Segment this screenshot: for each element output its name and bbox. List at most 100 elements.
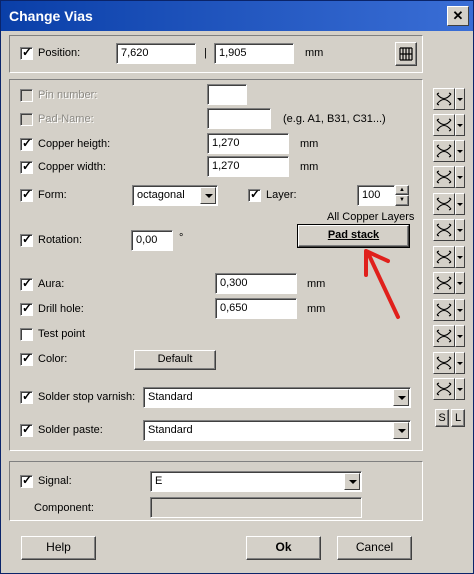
chevron-down-icon[interactable]	[455, 325, 465, 347]
copy-to-button[interactable]	[433, 272, 465, 294]
pin-number-label: Pin number:	[38, 89, 98, 101]
layer-field[interactable]: 100	[357, 185, 395, 206]
copy-to-button[interactable]	[433, 352, 465, 374]
pad-name-field[interactable]	[207, 108, 271, 129]
aura-field[interactable]: 0,300	[215, 273, 297, 294]
crossed-lines-icon[interactable]	[433, 299, 455, 321]
crossed-lines-icon[interactable]	[433, 88, 455, 110]
chevron-down-icon[interactable]	[393, 389, 409, 406]
form-select[interactable]: octagonal	[132, 185, 218, 206]
test-point-label: Test point	[38, 328, 86, 340]
crossed-lines-icon[interactable]	[433, 114, 455, 136]
drill-hole-field[interactable]: 0,650	[215, 298, 297, 319]
layer-checkbox[interactable]: ✓	[248, 187, 261, 202]
chevron-down-icon[interactable]	[455, 140, 465, 162]
ok-label: Ok	[275, 540, 292, 554]
color-checkbox[interactable]: ✓	[20, 351, 33, 366]
chevron-down-icon[interactable]	[455, 88, 465, 110]
copper-width-field[interactable]: 1,270	[207, 156, 289, 177]
l-button[interactable]: L	[451, 409, 465, 427]
copper-width-checkbox[interactable]: ✓	[20, 159, 33, 174]
copy-to-button[interactable]	[433, 114, 465, 136]
chevron-down-icon[interactable]	[393, 422, 409, 439]
pad-stack-button[interactable]: Pad stack	[297, 224, 410, 248]
ok-button[interactable]: Ok	[246, 536, 321, 560]
chevron-down-icon[interactable]	[455, 352, 465, 374]
crossed-lines-icon[interactable]	[433, 352, 455, 374]
pad-name-checkbox[interactable]	[20, 113, 33, 126]
layer-spinner[interactable]: ▲ ▼	[395, 185, 409, 206]
chevron-down-icon[interactable]	[344, 473, 360, 490]
solder-paste-checkbox[interactable]: ✓	[20, 422, 33, 437]
copper-width-unit: mm	[300, 161, 319, 173]
rotation-field[interactable]: 0,00	[131, 230, 173, 251]
copy-to-button[interactable]	[433, 140, 465, 162]
crossed-lines-icon[interactable]	[433, 219, 455, 241]
crossed-lines-icon[interactable]	[433, 166, 455, 188]
chevron-down-icon[interactable]	[455, 219, 465, 241]
position-unit: mm	[305, 47, 324, 59]
cancel-button[interactable]: Cancel	[337, 536, 412, 560]
copper-height-checkbox[interactable]: ✓	[20, 136, 33, 151]
chevron-down-icon[interactable]	[200, 187, 216, 204]
color-default-button[interactable]: Default	[134, 350, 216, 370]
aura-checkbox[interactable]: ✓	[20, 276, 33, 291]
window-title: Change Vias	[9, 8, 93, 24]
pad-name-hint: (e.g. A1, B31, C31...)	[283, 113, 386, 125]
crossed-lines-icon[interactable]	[433, 272, 455, 294]
solder-paste-select[interactable]: Standard	[143, 420, 411, 441]
spin-down-icon[interactable]: ▼	[395, 195, 409, 206]
copy-to-button[interactable]	[433, 299, 465, 321]
chevron-down-icon[interactable]	[455, 299, 465, 321]
position-y-field[interactable]: 1,905	[214, 43, 294, 64]
copy-to-button[interactable]	[433, 246, 465, 268]
form-label: Form:	[38, 189, 67, 201]
crossed-lines-icon[interactable]	[433, 140, 455, 162]
signal-value: E	[155, 475, 163, 487]
spin-up-icon[interactable]: ▲	[395, 185, 409, 195]
layer-caption: All Copper Layers	[327, 211, 415, 223]
chevron-down-icon[interactable]	[455, 114, 465, 136]
chevron-down-icon[interactable]	[455, 246, 465, 268]
red-arrow-annotation	[364, 249, 400, 319]
drill-hole-checkbox[interactable]: ✓	[20, 301, 33, 316]
copy-to-button[interactable]	[433, 166, 465, 188]
crossed-lines-icon[interactable]	[433, 193, 455, 215]
pin-number-checkbox[interactable]	[20, 89, 33, 102]
s-button[interactable]: S	[435, 409, 449, 427]
copy-to-button[interactable]	[433, 219, 465, 241]
solder-paste-label: Solder paste:	[38, 424, 103, 436]
signal-label: Signal:	[38, 475, 72, 487]
copy-to-button[interactable]	[433, 378, 465, 400]
chevron-down-icon[interactable]	[455, 272, 465, 294]
chevron-down-icon[interactable]	[455, 378, 465, 400]
signal-select[interactable]: E	[150, 471, 362, 492]
pin-number-field[interactable]	[207, 84, 247, 105]
copper-width-label: Copper width:	[38, 161, 106, 173]
cancel-label: Cancel	[355, 540, 394, 554]
chevron-down-icon[interactable]	[455, 193, 465, 215]
component-field[interactable]	[150, 497, 362, 518]
signal-checkbox[interactable]: ✓	[20, 473, 33, 488]
crossed-lines-icon[interactable]	[433, 325, 455, 347]
copy-to-button[interactable]	[433, 88, 465, 110]
copper-height-label: Copper heigth:	[38, 138, 111, 150]
copy-to-button[interactable]	[433, 325, 465, 347]
form-checkbox[interactable]: ✓	[20, 187, 33, 202]
position-checkbox[interactable]: ✓	[20, 45, 33, 60]
help-button[interactable]: Help	[21, 536, 96, 560]
test-point-checkbox[interactable]	[20, 328, 33, 341]
chevron-down-icon[interactable]	[455, 166, 465, 188]
solder-stop-checkbox[interactable]: ✓	[20, 389, 33, 404]
copper-height-unit: mm	[300, 138, 319, 150]
copy-to-button[interactable]	[433, 193, 465, 215]
crossed-lines-icon[interactable]	[433, 246, 455, 268]
copper-height-field[interactable]: 1,270	[207, 133, 289, 154]
position-x-field[interactable]: 7,620	[116, 43, 196, 64]
layer-label: Layer:	[266, 189, 297, 201]
solder-stop-select[interactable]: Standard	[143, 387, 411, 408]
close-button[interactable]: ✕	[447, 6, 469, 26]
crossed-lines-icon[interactable]	[433, 378, 455, 400]
rotation-checkbox[interactable]: ✓	[20, 232, 33, 247]
grid-button[interactable]	[395, 42, 417, 66]
